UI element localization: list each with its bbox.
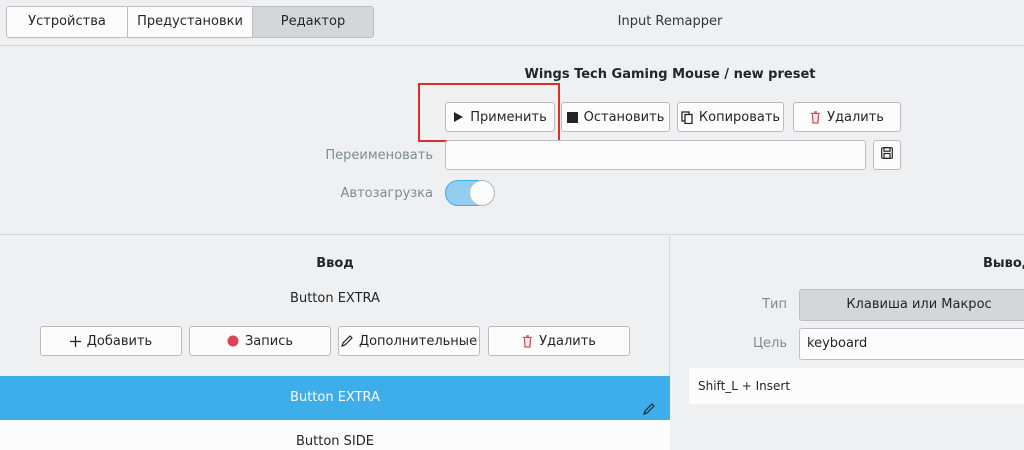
- stop-label: Остановить: [583, 109, 665, 125]
- tab-presets[interactable]: Предустановки: [128, 7, 253, 37]
- copy-icon: [681, 110, 693, 124]
- type-label: Тип: [762, 297, 787, 312]
- copy-button[interactable]: Копировать: [677, 102, 784, 132]
- mapping-label: Button EXTRA: [290, 390, 380, 405]
- add-label: Добавить: [86, 333, 153, 349]
- tab-editor[interactable]: Редактор: [253, 7, 373, 37]
- mapping-label: Button SIDE: [296, 434, 374, 449]
- macro-editor[interactable]: Shift_L + Insert: [689, 368, 1024, 404]
- stop-icon: [566, 111, 578, 123]
- title-bar: Устройства Предустановки Редактор Input …: [0, 0, 1024, 46]
- type-selector[interactable]: Клавиша или Макрос: [799, 289, 1024, 321]
- mapping-list-item[interactable]: Button SIDE: [0, 420, 670, 450]
- delete-mapping-label: Удалить: [539, 333, 596, 349]
- record-button[interactable]: Запись: [189, 326, 331, 356]
- record-label: Запись: [244, 333, 294, 349]
- tab-devices[interactable]: Устройства: [7, 7, 128, 37]
- device-name: Wings Tech Gaming Mouse: [524, 67, 720, 82]
- delete-preset-button[interactable]: Удалить: [793, 102, 901, 132]
- save-name-button[interactable]: [873, 140, 901, 170]
- view-tabs: Устройства Предустановки Редактор: [6, 6, 374, 38]
- pencil-icon: [340, 335, 353, 347]
- mapping-list-item[interactable]: Button EXTRA: [0, 376, 670, 420]
- rename-input[interactable]: [445, 140, 866, 170]
- preset-heading: Wings Tech Gaming Mouse / new preset: [470, 67, 870, 82]
- trash-icon: [522, 334, 533, 348]
- current-input-label: Button EXTRA: [290, 291, 380, 306]
- autoload-toggle[interactable]: [445, 180, 495, 206]
- window-title: Input Remapper: [617, 14, 723, 29]
- advanced-label: Дополнительные: [358, 333, 478, 349]
- preset-name: new preset: [733, 67, 816, 82]
- heading-separator: /: [724, 67, 730, 82]
- highlight-box: [418, 83, 560, 142]
- advanced-button[interactable]: Дополнительные: [338, 326, 480, 356]
- autoload-label: Автозагрузка: [340, 186, 433, 201]
- toggle-knob: [469, 180, 495, 206]
- delete-preset-label: Удалить: [827, 109, 884, 125]
- trash-icon: [810, 110, 821, 124]
- rename-label: Переименовать: [325, 148, 433, 163]
- target-label: Цель: [752, 336, 787, 351]
- save-icon: [881, 147, 893, 163]
- plus-icon: [69, 335, 81, 347]
- output-title: Вывод: [983, 256, 1024, 271]
- stop-button[interactable]: Остановить: [561, 102, 670, 132]
- input-title: Ввод: [316, 256, 354, 271]
- add-mapping-button[interactable]: Добавить: [40, 326, 182, 356]
- delete-mapping-button[interactable]: Удалить: [488, 326, 630, 356]
- copy-label: Копировать: [698, 109, 781, 125]
- target-dropdown[interactable]: keyboard: [799, 328, 1024, 360]
- record-dot-icon: [227, 335, 239, 347]
